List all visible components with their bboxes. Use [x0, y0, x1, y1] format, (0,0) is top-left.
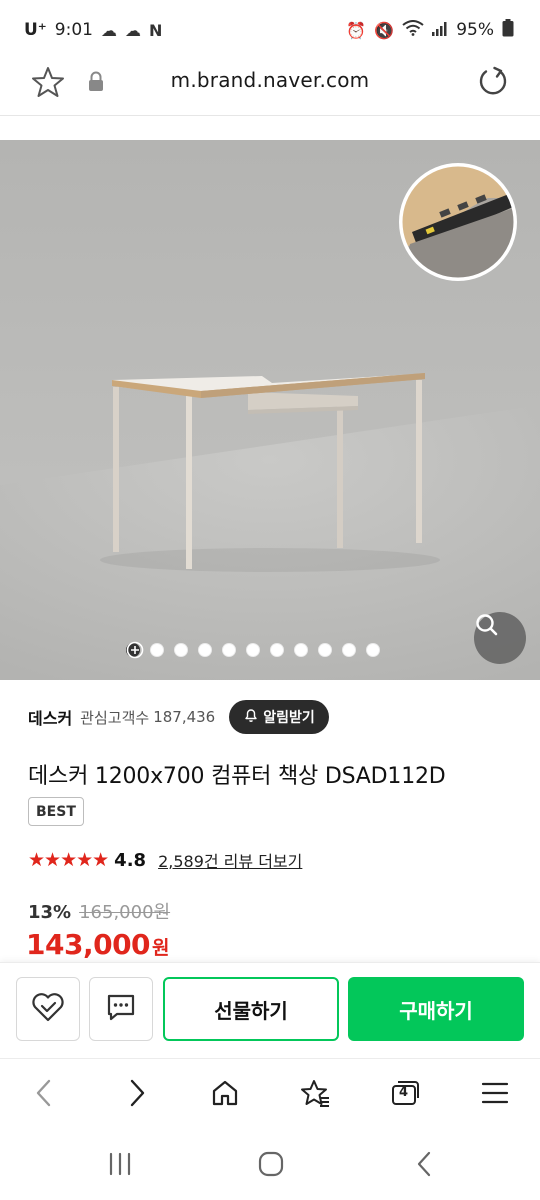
carrier-label: U⁺ [24, 20, 47, 40]
gallery-pagination [126, 641, 408, 659]
buy-button[interactable]: 구매하기 [348, 977, 524, 1041]
reload-icon[interactable] [476, 64, 510, 98]
battery-icon [502, 18, 514, 42]
brand-row: 데스커 관심고객수 187,436 알림받기 [28, 700, 329, 734]
home-circle-icon[interactable] [251, 1148, 291, 1180]
clock: 9:01 [54, 20, 93, 40]
forward-icon[interactable] [117, 1073, 157, 1113]
url-text[interactable]: m.brand.naver.com [0, 68, 540, 92]
rating-value: 4.8 [114, 849, 147, 871]
price-unit: 원 [152, 937, 170, 959]
gallery-dot[interactable] [270, 643, 284, 657]
cloud-icon: ☁ [100, 20, 117, 40]
like-button[interactable] [16, 977, 80, 1041]
status-right: ⏰ 🔇 95% [346, 18, 514, 42]
url-bar: m.brand.naver.com [0, 60, 540, 116]
gallery-dot[interactable] [174, 643, 188, 657]
review-link[interactable]: 2,589건 리뷰 더보기 [158, 848, 302, 872]
cloud-icon: ☁ [124, 20, 141, 40]
rating-row: ★★★★★ 4.8 2,589건 리뷰 더보기 [28, 846, 302, 874]
gallery-dot[interactable] [246, 643, 260, 657]
gallery-dot[interactable] [318, 643, 332, 657]
gallery-dot[interactable] [150, 643, 164, 657]
original-price: 165,000원 [79, 902, 171, 923]
recents-icon[interactable] [100, 1148, 140, 1180]
plus-circle-icon[interactable] [126, 641, 408, 659]
chat-button[interactable] [89, 977, 153, 1041]
battery-percent: 95% [456, 20, 494, 40]
status-bar: U⁺ 9:01 ☁ ☁ N ⏰ 🔇 95% [0, 0, 540, 60]
fans-label: 관심고객수 [80, 708, 150, 727]
sale-price: 143,000 [26, 928, 151, 961]
browser-toolbar: 4 [0, 1058, 540, 1128]
gallery-dot[interactable] [342, 643, 356, 657]
alarm-label: 알림받기 [263, 710, 315, 726]
purchase-action-bar: 선물하기 구매하기 [0, 962, 540, 1058]
fans-count: 187,436 [153, 708, 216, 726]
status-left: U⁺ 9:01 ☁ ☁ N [24, 20, 162, 40]
alarm-icon: ⏰ [346, 20, 367, 40]
alarm-button[interactable]: 알림받기 [229, 700, 329, 734]
bell-plus-icon [243, 707, 259, 727]
product-title: 데스커 1200x700 컴퓨터 책상 DSAD112D [28, 764, 446, 789]
system-nav-bar [0, 1128, 540, 1200]
gallery-dot[interactable] [366, 643, 380, 657]
gallery-dot[interactable] [198, 643, 212, 657]
heart-check-icon [30, 991, 66, 1027]
zoom-button[interactable] [474, 612, 526, 664]
rating-stars: ★★★★★ [28, 849, 109, 871]
signal-icon [432, 21, 448, 40]
tab-count: 4 [399, 1085, 409, 1100]
menu-icon[interactable] [475, 1073, 515, 1113]
gallery-dot[interactable] [294, 643, 308, 657]
brand-name[interactable]: 데스커 [28, 705, 72, 729]
discount-rate: 13% [28, 902, 72, 923]
talk-icon [105, 991, 137, 1027]
gift-button[interactable]: 선물하기 [163, 977, 339, 1041]
price-row: 143,000 원 [26, 928, 170, 961]
tabs-button[interactable]: 4 [385, 1073, 425, 1113]
discount-row: 13% 165,000원 [28, 898, 170, 924]
product-image-gallery[interactable] [0, 140, 540, 680]
mute-icon: 🔇 [374, 20, 395, 40]
home-icon[interactable] [205, 1073, 245, 1113]
back-chevron-icon[interactable] [404, 1148, 444, 1180]
gallery-dot[interactable] [222, 643, 236, 657]
bookmark-star-icon[interactable] [295, 1073, 335, 1113]
desk-photo [0, 140, 540, 680]
back-icon[interactable] [24, 1073, 64, 1113]
best-badge: BEST [28, 797, 84, 826]
wifi-icon [402, 20, 424, 40]
naver-n-icon: N [148, 20, 163, 40]
